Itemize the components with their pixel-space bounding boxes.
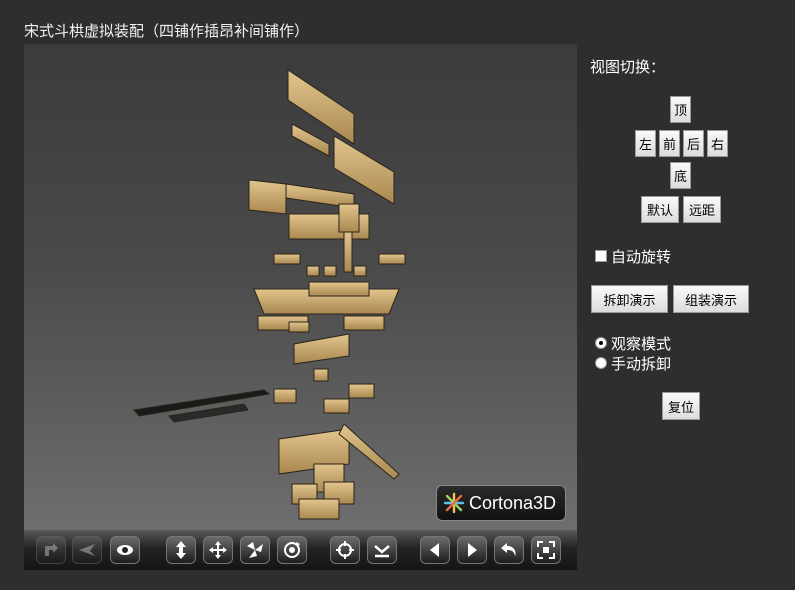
logo-text: Cortona3D [469, 492, 557, 513]
rotate-icon[interactable] [240, 536, 270, 564]
target-icon[interactable] [330, 536, 360, 564]
orbit-icon[interactable] [277, 536, 307, 564]
manual-mode-radio[interactable] [595, 357, 607, 369]
manual-mode-label: 手动拆卸 [611, 355, 672, 373]
view-far-button[interactable]: 远距 [683, 196, 721, 223]
view-right-button[interactable]: 右 [707, 130, 728, 157]
view-top-button[interactable]: 顶 [670, 96, 691, 123]
view-front-button[interactable]: 前 [659, 130, 680, 157]
align-icon[interactable] [367, 536, 397, 564]
cortona-star-icon [443, 492, 465, 514]
dougong-model[interactable] [24, 44, 577, 530]
cortona3d-logo: Cortona3D [436, 485, 566, 521]
fly-icon[interactable] [72, 536, 102, 564]
assemble-demo-button[interactable]: 组装演示 [673, 285, 749, 313]
auto-rotate-checkbox[interactable] [595, 250, 607, 262]
eye-icon[interactable] [110, 536, 140, 564]
observe-mode-radio[interactable] [595, 337, 607, 349]
pan-icon[interactable] [203, 536, 233, 564]
auto-rotate-label: 自动旋转 [611, 248, 672, 266]
view-switch-label: 视图切换： [590, 58, 666, 76]
page-title: 宋式斗栱虚拟装配（四铺作插昂补间铺作） [24, 22, 310, 40]
view-default-button[interactable]: 默认 [641, 196, 679, 223]
view-left-button[interactable]: 左 [635, 130, 656, 157]
prev-icon[interactable] [420, 536, 450, 564]
vertical-move-icon[interactable] [166, 536, 196, 564]
observe-mode-label: 观察模式 [611, 335, 672, 353]
reset-button[interactable]: 复位 [662, 392, 700, 420]
view-back-button[interactable]: 后 [683, 130, 704, 157]
plan-icon[interactable] [36, 536, 66, 564]
3d-viewport[interactable]: Cortona3D [24, 44, 577, 530]
view-bottom-button[interactable]: 底 [670, 162, 691, 189]
disassemble-demo-button[interactable]: 拆卸演示 [591, 285, 668, 313]
navigation-toolbar [24, 530, 577, 570]
fit-icon[interactable] [531, 536, 561, 564]
next-icon[interactable] [457, 536, 487, 564]
undo-icon[interactable] [494, 536, 524, 564]
